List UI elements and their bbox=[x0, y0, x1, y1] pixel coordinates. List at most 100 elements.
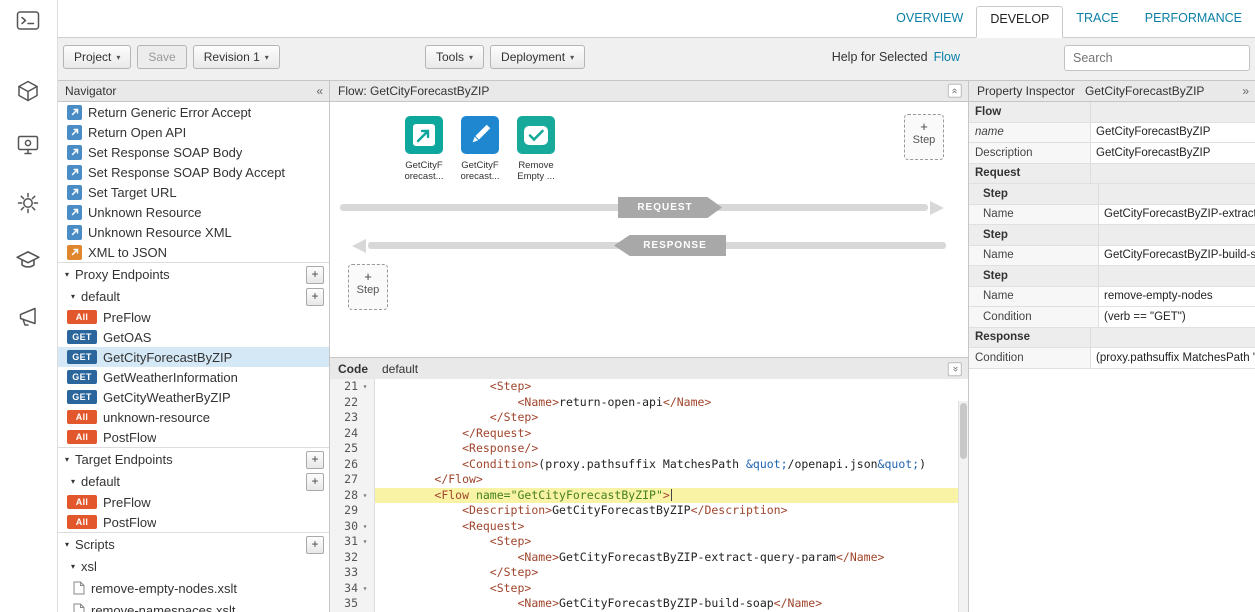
inspector-row[interactable]: name GetCityForecastByZIP bbox=[969, 123, 1255, 144]
code-line[interactable]: 35 <Name>GetCityForecastByZIP-build-soap… bbox=[330, 596, 968, 612]
code-line[interactable]: 26 <Condition>(proxy.pathsuffix MatchesP… bbox=[330, 457, 968, 473]
scrollbar-thumb[interactable] bbox=[960, 403, 967, 459]
navigator-policy-item[interactable]: Set Target URL bbox=[57, 182, 329, 202]
navigator-flow-item[interactable]: All PostFlow bbox=[57, 427, 329, 447]
code-line[interactable]: 24 </Request> bbox=[330, 426, 968, 442]
inspector-row[interactable]: Request bbox=[969, 164, 1255, 185]
inspector-row[interactable]: Response bbox=[969, 328, 1255, 349]
add-step-button-request[interactable]: + Step bbox=[904, 114, 944, 160]
fold-toggle-icon[interactable] bbox=[358, 395, 372, 411]
code-line[interactable]: 33 </Step> bbox=[330, 565, 968, 581]
navigator-flow-item[interactable]: All PreFlow bbox=[57, 307, 329, 327]
navigator-flow-item[interactable]: GET GetOAS bbox=[57, 327, 329, 347]
tab-performance[interactable]: PERFORMANCE bbox=[1132, 0, 1255, 37]
navigator-flow-item[interactable]: GET GetCityForecastByZIP bbox=[57, 347, 329, 367]
fold-toggle-icon[interactable] bbox=[358, 441, 372, 457]
proxy-endpoints-section[interactable]: ▾ Proxy Endpoints + bbox=[57, 262, 329, 285]
twisty-icon[interactable]: ▾ bbox=[71, 562, 75, 571]
publish-monitor-icon[interactable] bbox=[13, 130, 43, 160]
tab-trace[interactable]: TRACE bbox=[1063, 0, 1131, 37]
navigator-flow-item[interactable]: GET GetCityWeatherByZIP bbox=[57, 387, 329, 407]
twisty-icon[interactable]: ▾ bbox=[65, 540, 69, 549]
twisty-icon[interactable]: ▾ bbox=[71, 292, 75, 301]
tab-overview[interactable]: OVERVIEW bbox=[883, 0, 976, 37]
inspector-row[interactable]: Step bbox=[969, 184, 1255, 205]
terminal-icon[interactable] bbox=[13, 6, 43, 36]
add-proxy-flow-button[interactable]: + bbox=[306, 288, 324, 306]
code-line[interactable]: 22 <Name>return-open-api</Name> bbox=[330, 395, 968, 411]
fold-toggle-icon[interactable]: ▾ bbox=[358, 488, 372, 504]
inspector-row[interactable]: Condition (verb == "GET") bbox=[969, 307, 1255, 328]
script-file-item[interactable]: remove-namespaces.xslt bbox=[57, 599, 329, 612]
inspector-row[interactable]: Step bbox=[969, 225, 1255, 246]
inspector-row[interactable]: Flow bbox=[969, 102, 1255, 123]
fold-toggle-icon[interactable]: ▾ bbox=[358, 519, 372, 535]
code-line[interactable]: 29 <Description>GetCityForecastByZIP</De… bbox=[330, 503, 968, 519]
expand-code-panel-icon[interactable]: » bbox=[948, 362, 962, 376]
fold-toggle-icon[interactable] bbox=[358, 426, 372, 442]
fold-toggle-icon[interactable] bbox=[358, 410, 372, 426]
navigator-flow-item[interactable]: GET GetWeatherInformation bbox=[57, 367, 329, 387]
save-button[interactable]: Save bbox=[137, 45, 186, 69]
navigator-policy-item[interactable]: Unknown Resource bbox=[57, 202, 329, 222]
fold-toggle-icon[interactable]: ▾ bbox=[358, 581, 372, 597]
code-line[interactable]: 21▾ <Step> bbox=[330, 379, 968, 395]
graduation-cap-icon[interactable] bbox=[13, 245, 43, 275]
code-line[interactable]: 23 </Step> bbox=[330, 410, 968, 426]
inspector-row[interactable]: Name GetCityForecastByZIP-build-soap bbox=[969, 246, 1255, 267]
twisty-icon[interactable]: ▾ bbox=[65, 270, 69, 279]
navigator-flow-item[interactable]: All PreFlow bbox=[57, 492, 329, 512]
megaphone-icon[interactable] bbox=[13, 302, 43, 332]
code-scrollbar[interactable] bbox=[958, 401, 968, 612]
code-line[interactable]: 34▾ <Step> bbox=[330, 581, 968, 597]
inspector-row[interactable]: Name GetCityForecastByZIP-extract-qu bbox=[969, 205, 1255, 226]
collapse-panel-icon[interactable]: « bbox=[316, 84, 323, 98]
add-step-button-response[interactable]: + Step bbox=[348, 264, 388, 310]
code-line[interactable]: 30▾ <Request> bbox=[330, 519, 968, 535]
fold-toggle-icon[interactable] bbox=[358, 550, 372, 566]
proxy-endpoint-default[interactable]: ▾ default + bbox=[57, 285, 329, 307]
tab-develop[interactable]: DEVELOP bbox=[976, 6, 1063, 38]
fold-toggle-icon[interactable] bbox=[358, 457, 372, 473]
add-target-flow-button[interactable]: + bbox=[306, 473, 324, 491]
expand-panel-icon[interactable]: » bbox=[1242, 84, 1249, 98]
navigator-flow-item[interactable]: All PostFlow bbox=[57, 512, 329, 532]
code-line[interactable]: 27 </Flow> bbox=[330, 472, 968, 488]
code-line[interactable]: 28▾ <Flow name="GetCityForecastByZIP"> bbox=[330, 488, 968, 504]
help-flow-link[interactable]: Flow bbox=[934, 50, 960, 64]
flow-step-remove-empty-nodes[interactable]: RemoveEmpty ... bbox=[510, 116, 562, 182]
navigator-policy-item[interactable]: Unknown Resource XML bbox=[57, 222, 329, 242]
fold-toggle-icon[interactable]: ▾ bbox=[358, 379, 372, 395]
navigator-policy-item[interactable]: Return Generic Error Accept bbox=[57, 102, 329, 122]
target-endpoint-default[interactable]: ▾ default + bbox=[57, 470, 329, 492]
code-line[interactable]: 32 <Name>GetCityForecastByZIP-extract-qu… bbox=[330, 550, 968, 566]
add-script-button[interactable]: + bbox=[306, 536, 324, 554]
search-input[interactable] bbox=[1064, 45, 1250, 71]
navigator-policy-item[interactable]: XML to JSON bbox=[57, 242, 329, 262]
gear-icon[interactable] bbox=[13, 188, 43, 218]
code-line[interactable]: 31▾ <Step> bbox=[330, 534, 968, 550]
inspector-row[interactable]: Name remove-empty-nodes bbox=[969, 287, 1255, 308]
navigator-policy-item[interactable]: Return Open API bbox=[57, 122, 329, 142]
script-file-item[interactable]: remove-empty-nodes.xslt bbox=[57, 577, 329, 599]
flow-step-build-soap[interactable]: GetCityForecast... bbox=[454, 116, 506, 182]
add-proxy-endpoint-button[interactable]: + bbox=[306, 266, 324, 284]
inspector-row[interactable]: Description GetCityForecastByZIP bbox=[969, 143, 1255, 164]
tools-button[interactable]: Tools▾ bbox=[425, 45, 484, 69]
scripts-section[interactable]: ▾ Scripts + bbox=[57, 532, 329, 555]
scripts-xsl-group[interactable]: ▾ xsl bbox=[57, 555, 329, 577]
inspector-row[interactable]: Step bbox=[969, 266, 1255, 287]
inspector-row[interactable]: Condition (proxy.pathsuffix MatchesPath … bbox=[969, 348, 1255, 369]
add-target-endpoint-button[interactable]: + bbox=[306, 451, 324, 469]
navigator-flow-item[interactable]: All unknown-resource bbox=[57, 407, 329, 427]
twisty-icon[interactable]: ▾ bbox=[65, 455, 69, 464]
flow-step-extract-query-param[interactable]: GetCityForecast... bbox=[398, 116, 450, 182]
twisty-icon[interactable]: ▾ bbox=[71, 477, 75, 486]
navigator-policy-item[interactable]: Set Response SOAP Body bbox=[57, 142, 329, 162]
target-endpoints-section[interactable]: ▾ Target Endpoints + bbox=[57, 447, 329, 470]
revision-button[interactable]: Revision 1▾ bbox=[193, 45, 280, 69]
fold-toggle-icon[interactable]: ▾ bbox=[358, 534, 372, 550]
navigator-policy-item[interactable]: Set Response SOAP Body Accept bbox=[57, 162, 329, 182]
fold-toggle-icon[interactable] bbox=[358, 596, 372, 612]
collapse-flow-panel-icon[interactable]: » bbox=[948, 84, 962, 98]
